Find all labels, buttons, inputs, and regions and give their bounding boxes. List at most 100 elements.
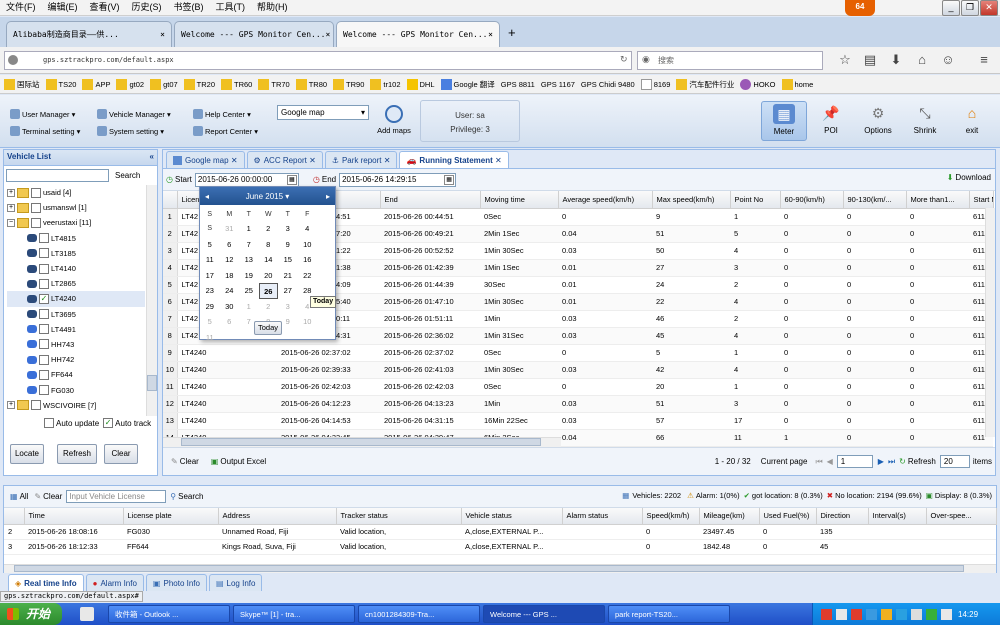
bookmark-item[interactable]: 8169 (640, 78, 670, 90)
calendar-day[interactable]: 12 (220, 252, 240, 268)
menu-history[interactable]: 历史(S) (126, 0, 168, 15)
collapse-icon[interactable]: − (7, 218, 15, 227)
volume-icon[interactable] (941, 608, 952, 620)
first-page-icon[interactable]: ⏮ (815, 457, 822, 467)
tree-vehicle-lt4240[interactable]: ✓ LT4240 (7, 291, 145, 307)
calendar-day[interactable]: 24 (220, 283, 240, 299)
bookmark-item[interactable]: TR70 (258, 78, 290, 90)
bookmark-item[interactable]: GPS 8811 (501, 80, 535, 89)
vehicle-checkbox[interactable] (39, 278, 49, 289)
new-tab-button[interactable]: + (508, 25, 516, 40)
calendar-day[interactable]: 23 (200, 283, 220, 299)
tab-log-info[interactable]: ▤ Log Info (208, 574, 263, 591)
calendar-day[interactable]: 11 (200, 252, 220, 268)
tree-vehicle-lt4140[interactable]: LT4140 (7, 261, 145, 276)
column-header[interactable]: Speed(km/h) (642, 508, 700, 525)
menu-help[interactable]: 帮助(H) (251, 0, 294, 15)
column-header[interactable]: Used Fuel(%) (759, 508, 817, 525)
maximize-button[interactable]: ❐ (961, 0, 979, 16)
column-header[interactable]: Vehicle status (461, 508, 563, 525)
bookmark-item[interactable]: gt07 (150, 78, 178, 90)
tray-icon[interactable] (896, 608, 907, 620)
menu-bookmarks[interactable]: 书签(B) (168, 0, 210, 15)
calendar-day[interactable]: 10 (298, 237, 318, 253)
grid-refresh-button[interactable]: Refresh (908, 457, 936, 466)
table-row[interactable]: 11 LT4240 2015-06-26 02:42:03 2015-06-26 02… (163, 378, 993, 396)
tree-vehicle-fg030[interactable]: FG030 (7, 382, 145, 397)
column-header[interactable]: Address (218, 508, 337, 525)
output-excel-button[interactable]: Output Excel (220, 457, 266, 466)
user-manager-menu[interactable]: User Manager ▾ (10, 107, 75, 121)
last-page-icon[interactable]: ⏭ (888, 457, 895, 467)
calendar-day[interactable]: 20 (259, 268, 279, 284)
bookmark-item[interactable]: 国际站 (4, 78, 40, 90)
clear-button[interactable]: Clear (104, 444, 138, 464)
end-date-input[interactable]: 2015-06-26 14:29:15 ▦ (339, 172, 457, 187)
column-header[interactable]: Time (24, 508, 124, 525)
next-page-icon[interactable]: ▶ (878, 457, 884, 466)
tray-icon[interactable] (911, 608, 922, 620)
terminal-setting-menu[interactable]: Terminal setting ▾ (10, 124, 80, 138)
calendar-day[interactable]: 5 (200, 314, 220, 330)
vehicle-checkbox[interactable] (39, 233, 49, 244)
download-button[interactable]: ⬇ Download (947, 173, 991, 182)
vehicle-checkbox-checked[interactable]: ✓ (39, 293, 49, 304)
calendar-day[interactable]: 5 (200, 237, 220, 253)
tray-icon[interactable] (851, 608, 862, 620)
vehicle-checkbox[interactable] (39, 354, 49, 365)
auto-update-checkbox[interactable] (44, 418, 54, 428)
exit-button[interactable]: ⌂ exit (949, 101, 995, 141)
calendar-day[interactable]: 16 (298, 252, 318, 268)
calendar-icon[interactable]: ▦ (444, 174, 455, 185)
tree-vehicle-ff644[interactable]: FF644 (7, 367, 145, 382)
column-header[interactable]: Over-spee... (926, 508, 997, 525)
vehicle-tree-scrollbar[interactable] (146, 185, 157, 416)
calendar-day[interactable]: 2 (259, 299, 279, 315)
close-icon[interactable]: ✕ (495, 156, 502, 165)
calendar-day[interactable]: 13 (239, 252, 259, 268)
calendar-day[interactable]: 1 (239, 221, 259, 237)
tray-icon[interactable] (821, 608, 832, 620)
bookmark-item[interactable]: GPS 1167 (541, 80, 575, 89)
close-window-button[interactable]: ✕ (980, 0, 998, 16)
refresh-button[interactable]: Refresh (57, 444, 97, 464)
quicklaunch-icon[interactable] (80, 607, 94, 621)
tab-park-report[interactable]: ⚓ Park report ✕ (324, 151, 398, 168)
calendar-day[interactable]: 15 (278, 252, 298, 268)
column-header[interactable]: Moving time (480, 191, 559, 209)
column-header[interactable]: Interval(s) (868, 508, 927, 525)
expand-icon[interactable]: + (7, 401, 15, 410)
column-header[interactable]: Alarm status (562, 508, 643, 525)
tab-google-map[interactable]: Google map ✕ (166, 151, 245, 168)
vehicle-checkbox[interactable] (39, 385, 49, 396)
collapse-icon[interactable]: « (150, 150, 154, 164)
calendar-day[interactable]: 27 (278, 283, 298, 299)
calendar-day[interactable]: 26 (258, 283, 278, 299)
start-date-input[interactable]: 2015-06-26 00:00:00 ▦ (194, 172, 299, 187)
download-icon[interactable]: ⬇ (888, 52, 904, 68)
calendar-day[interactable]: 2 (259, 221, 279, 237)
locate-button[interactable]: Locate (10, 444, 44, 464)
report-center-menu[interactable]: Report Center ▾ (193, 124, 258, 138)
page-input[interactable]: 1 (836, 455, 873, 468)
calendar-day[interactable]: 14 (259, 252, 279, 268)
vehicle-license-input[interactable]: Input Vehicle License (66, 490, 167, 503)
realtime-search-button[interactable]: Search (178, 492, 203, 501)
calendar-day[interactable]: 7 (239, 237, 259, 253)
taskbar-item-trade[interactable]: cn1001284309-Tra... (358, 605, 480, 623)
tray-icon[interactable] (836, 608, 847, 620)
tree-group-usaid[interactable]: + usaid [4] (7, 185, 145, 200)
vehicle-checkbox[interactable] (39, 324, 49, 335)
column-header[interactable]: Average speed(km/h) (558, 191, 653, 209)
tab-acc-report[interactable]: ⚙ ACC Report ✕ (246, 151, 323, 168)
vertical-scrollbar[interactable] (985, 208, 995, 437)
column-header[interactable]: Point No (730, 191, 781, 209)
calendar-day[interactable]: 22 (298, 268, 318, 284)
column-header[interactable]: Direction (816, 508, 869, 525)
splitter[interactable] (0, 478, 1000, 484)
tree-vehicle-lt2865[interactable]: LT2865 (7, 276, 145, 291)
calendar-day[interactable]: 21 (278, 268, 298, 284)
menu-edit[interactable]: 编辑(E) (42, 0, 84, 15)
vehicle-checkbox[interactable] (39, 309, 49, 320)
poi-button[interactable]: 📌 POI (808, 101, 854, 141)
